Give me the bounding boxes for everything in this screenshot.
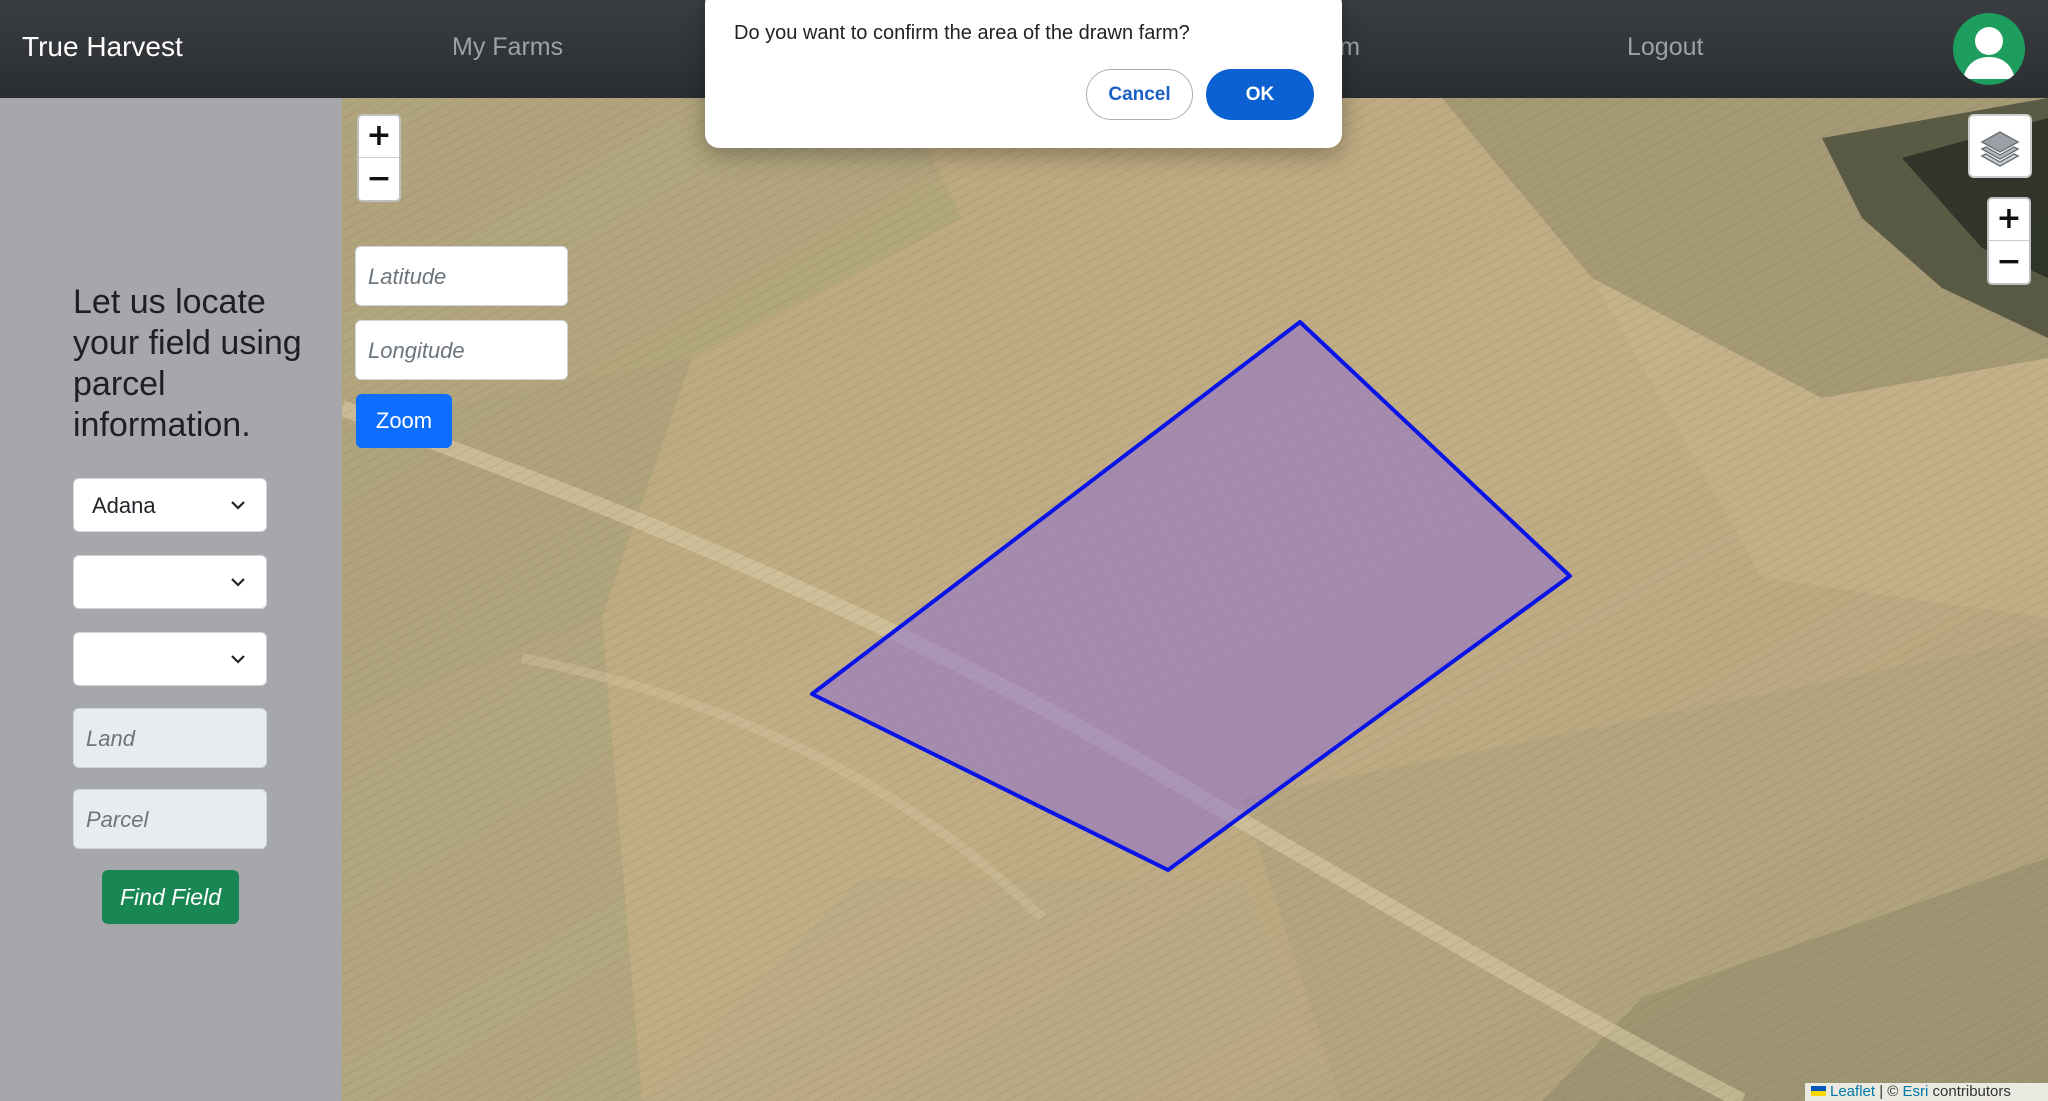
ukraine-flag-icon — [1811, 1086, 1826, 1096]
attribution-suffix: contributors — [1928, 1083, 2011, 1100]
parcel-search-sidebar: Let us locate your field using parcel in… — [0, 98, 342, 1101]
sidebar-heading: Let us locate your field using parcel in… — [73, 283, 302, 444]
leaflet-link[interactable]: Leaflet — [1830, 1083, 1875, 1100]
chevron-down-icon — [231, 655, 245, 664]
satellite-map[interactable] — [342, 98, 2048, 1101]
dialog-message: Do you want to confirm the area of the d… — [734, 22, 1190, 44]
map-zoom-control-right: + − — [1987, 197, 2031, 285]
nav-link-logout[interactable]: Logout — [1627, 33, 1703, 62]
parcel-input[interactable]: Parcel — [73, 789, 267, 849]
nav-link-my-farms[interactable]: My Farms — [452, 33, 563, 62]
layers-icon — [1980, 131, 2020, 167]
cancel-button[interactable]: Cancel — [1086, 69, 1193, 120]
chevron-down-icon — [231, 501, 245, 510]
zoom-out-button[interactable]: − — [359, 159, 399, 201]
province-select[interactable]: Adana — [73, 478, 267, 532]
zoom-in-button[interactable]: + — [1989, 199, 2029, 241]
map-zoom-control-left: + − — [357, 114, 401, 202]
ok-button[interactable]: OK — [1206, 69, 1314, 120]
esri-link[interactable]: Esri — [1903, 1083, 1929, 1100]
user-avatar[interactable] — [1953, 13, 2025, 85]
brand-title[interactable]: True Harvest — [22, 31, 183, 63]
land-input[interactable]: Land — [73, 708, 267, 768]
chevron-down-icon — [231, 578, 245, 587]
layers-control[interactable] — [1968, 114, 2032, 178]
find-field-button[interactable]: Find Field — [102, 870, 239, 924]
zoom-to-coords-button[interactable]: Zoom — [356, 394, 452, 448]
province-select-value: Adana — [92, 493, 156, 518]
neighborhood-select[interactable] — [73, 632, 267, 686]
zoom-in-button[interactable]: + — [359, 116, 399, 158]
confirm-area-dialog: Do you want to confirm the area of the d… — [705, 0, 1342, 148]
satellite-imagery — [342, 98, 2048, 1101]
longitude-input[interactable]: Longitude — [355, 320, 568, 380]
user-icon — [1963, 27, 2015, 79]
zoom-out-button[interactable]: − — [1989, 242, 2029, 284]
map-attribution: Leaflet | © Esri contributors — [1805, 1083, 2048, 1101]
district-select[interactable] — [73, 555, 267, 609]
latitude-input[interactable]: Latitude — [355, 246, 568, 306]
attribution-separator: | © — [1875, 1083, 1903, 1100]
